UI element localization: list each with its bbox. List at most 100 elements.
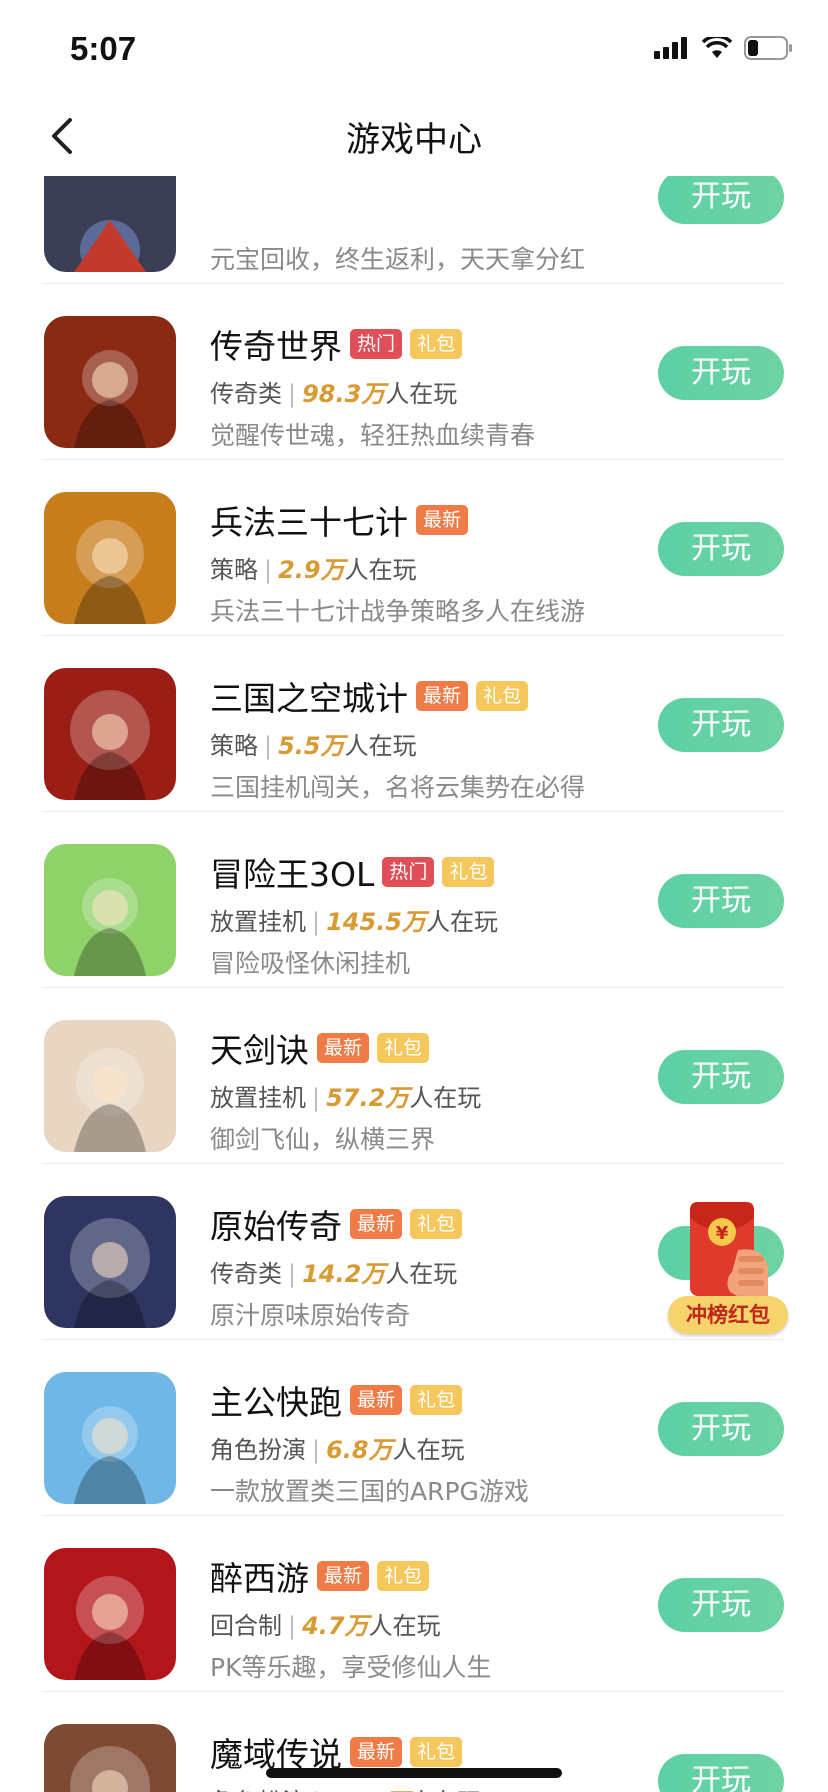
meta-divider: | bbox=[312, 1084, 321, 1112]
game-title: 兵法三十七计 bbox=[210, 503, 408, 542]
meta-divider: | bbox=[312, 1436, 321, 1464]
game-title: 三国之空城计 bbox=[210, 679, 408, 718]
swordswoman-icon bbox=[44, 1020, 176, 1152]
game-category: 传奇类 bbox=[210, 1260, 282, 1288]
game-icon bbox=[44, 316, 176, 448]
game-desc: 一款放置类三国的ARPG游戏 bbox=[210, 1477, 529, 1506]
game-title: 主公快跑 bbox=[210, 1383, 342, 1422]
meta-divider: | bbox=[288, 1612, 297, 1640]
new-badge: 最新 bbox=[416, 505, 469, 535]
game-category: 策略 bbox=[210, 556, 258, 584]
game-icon bbox=[44, 1548, 176, 1680]
game-desc: 原汁原味原始传奇 bbox=[210, 1301, 411, 1330]
title-line: 原始传奇 最新 礼包 bbox=[210, 1200, 463, 1248]
player-count-suffix: 人在玩 bbox=[368, 1612, 441, 1640]
play-button[interactable]: 开玩 bbox=[658, 1050, 784, 1104]
player-count: 4.7万 bbox=[302, 1612, 369, 1640]
hot-badge: 热门 bbox=[382, 857, 435, 887]
game-desc: 元宝回收，终生返利，天天拿分红 bbox=[210, 245, 586, 274]
game-desc: PK等乐趣，享受修仙人生 bbox=[210, 1653, 492, 1682]
game-icon-partial bbox=[44, 176, 176, 272]
meta-divider: | bbox=[312, 908, 321, 936]
gift-badge: 礼包 bbox=[410, 1209, 463, 1239]
game-category: 角色扮演 bbox=[210, 1436, 306, 1464]
player-count-suffix: 人在玩 bbox=[392, 1436, 465, 1464]
gift-badge: 礼包 bbox=[442, 857, 495, 887]
player-count: 5.5万 bbox=[278, 732, 345, 760]
list-item[interactable]: 主公快跑 最新 礼包 角色扮演 | 6.8万 人在玩 一款放置类三国的ARPG游戏 开玩 bbox=[0, 1340, 828, 1516]
meta-divider: | bbox=[312, 1788, 320, 1792]
signal-icon bbox=[654, 37, 687, 59]
meta-line: 放置挂机 | 145.5万 人在玩 bbox=[210, 902, 498, 937]
home-indicator[interactable] bbox=[266, 1768, 562, 1778]
list-item[interactable]: 传奇世界 热门 礼包 传奇类 | 98.3万 人在玩 觉醒传世魂，轻狂热血续青春 开玩 bbox=[0, 284, 828, 460]
meta-line: 传奇类 | 98.3万 人在玩 bbox=[210, 374, 457, 409]
title-line: 天剑诀 最新 礼包 bbox=[210, 1024, 430, 1072]
player-count: 14.2万 bbox=[302, 1260, 386, 1288]
warrior-moon-icon bbox=[44, 492, 176, 624]
wifi-icon bbox=[702, 37, 732, 58]
game-icon bbox=[44, 668, 176, 800]
game-list[interactable]: 元宝回收，终生返利，天天拿分红 开玩 传奇世界 热门 礼包 传奇类 | 98.3万 人在玩觉… bbox=[0, 176, 828, 1792]
rank-red-packet-button[interactable]: ¥ 冲榜红包 bbox=[668, 1200, 788, 1340]
list-item-partial[interactable]: 元宝回收，终生返利，天天拿分红 开玩 bbox=[0, 176, 828, 284]
red-packet-icon: ¥ bbox=[690, 1202, 768, 1302]
title-line: 醉西游 最新 礼包 bbox=[210, 1552, 430, 1600]
lord-run-icon bbox=[44, 1372, 176, 1504]
game-category: 角色扮演 bbox=[210, 1782, 306, 1792]
game-icon bbox=[44, 1724, 176, 1792]
mushroom-icon bbox=[44, 844, 176, 976]
game-icon bbox=[44, 1372, 176, 1504]
mage-icon bbox=[44, 1196, 176, 1328]
new-badge: 最新 bbox=[350, 1737, 403, 1767]
status-bar: 5:07 bbox=[0, 0, 828, 96]
meta-divider: | bbox=[288, 1260, 297, 1288]
play-button[interactable]: 开玩 bbox=[658, 522, 784, 576]
meta-line: 回合制 | 4.7万 人在玩 bbox=[210, 1606, 441, 1641]
status-time: 5:07 bbox=[70, 30, 137, 67]
meta-line: 放置挂机 | 57.2万 人在玩 bbox=[210, 1078, 481, 1113]
player-count: 2.9万 bbox=[278, 556, 345, 584]
list-item[interactable]: 冒险王3OL 热门 礼包放置挂机 | 145.5万 人在玩冒险吸怪休闲挂机 开玩 bbox=[0, 812, 828, 988]
play-button[interactable]: 开玩 bbox=[658, 1578, 784, 1632]
play-button[interactable]: 开玩 bbox=[658, 1754, 784, 1792]
game-title: 醉西游 bbox=[210, 1559, 309, 1598]
game-category: 传奇类 bbox=[210, 380, 282, 408]
player-count-suffix: 人在玩 bbox=[409, 1084, 482, 1112]
list-item[interactable]: 三国之空城计 最新 礼包 策略 | 5.5万 人在玩 三国挂机闯关，名将云集势在必得 开玩 bbox=[0, 636, 828, 812]
title-line: 传奇世界 热门 礼包 bbox=[210, 320, 463, 368]
play-button[interactable]: 开玩 bbox=[658, 874, 784, 928]
nav-bar: 游戏中心 bbox=[0, 96, 828, 176]
coin-symbol: ¥ bbox=[716, 1223, 729, 1244]
list-item[interactable]: 兵法三十七计 最新 策略 | 2.9万 人在玩 兵法三十七计战争策略多人在线游 开玩 bbox=[0, 460, 828, 636]
list-item[interactable]: 天剑诀 最新 礼包放置挂机 | 57.2万 人在玩御剑飞仙，纵横三界 开玩 bbox=[0, 988, 828, 1164]
play-button[interactable]: 开玩 bbox=[658, 1402, 784, 1456]
title-line: 冒险王3OL 热门 礼包 bbox=[210, 848, 495, 896]
play-button[interactable]: 开玩 bbox=[658, 698, 784, 752]
new-badge: 最新 bbox=[350, 1209, 403, 1239]
new-badge: 最新 bbox=[317, 1033, 370, 1063]
game-icon bbox=[44, 492, 176, 624]
play-button[interactable]: 开玩 bbox=[658, 346, 784, 400]
game-desc: 冒险吸怪休闲挂机 bbox=[210, 949, 411, 978]
page-title: 游戏中心 bbox=[346, 120, 482, 160]
game-category: 策略 bbox=[210, 732, 258, 760]
game-desc: 御剑飞仙，纵横三界 bbox=[210, 1125, 436, 1154]
gift-badge: 礼包 bbox=[410, 1385, 463, 1415]
list-item[interactable]: 醉西游 最新 礼包回合制 | 4.7万 人在玩 PK等乐趣，享受修仙人生 开玩 bbox=[0, 1516, 828, 1692]
play-button[interactable]: 开玩 bbox=[658, 176, 784, 224]
three-kingdoms-icon bbox=[44, 668, 176, 800]
player-count: 98.3万 bbox=[302, 380, 386, 408]
gift-badge: 礼包 bbox=[410, 1737, 463, 1767]
player-count-suffix: 人在玩 bbox=[385, 380, 458, 408]
player-count: 145.5万 bbox=[326, 908, 427, 936]
player-count: 6.8万 bbox=[326, 1436, 393, 1464]
game-title: 冒险王3OL bbox=[210, 855, 375, 894]
game-icon bbox=[44, 844, 176, 976]
player-count: 57.7万 bbox=[326, 1782, 409, 1792]
meta-divider: | bbox=[288, 380, 297, 408]
gift-badge: 礼包 bbox=[377, 1561, 430, 1591]
new-badge: 最新 bbox=[317, 1561, 370, 1591]
player-count-suffix: 人在玩 bbox=[426, 908, 499, 936]
player-count: 57.2万 bbox=[326, 1084, 410, 1112]
